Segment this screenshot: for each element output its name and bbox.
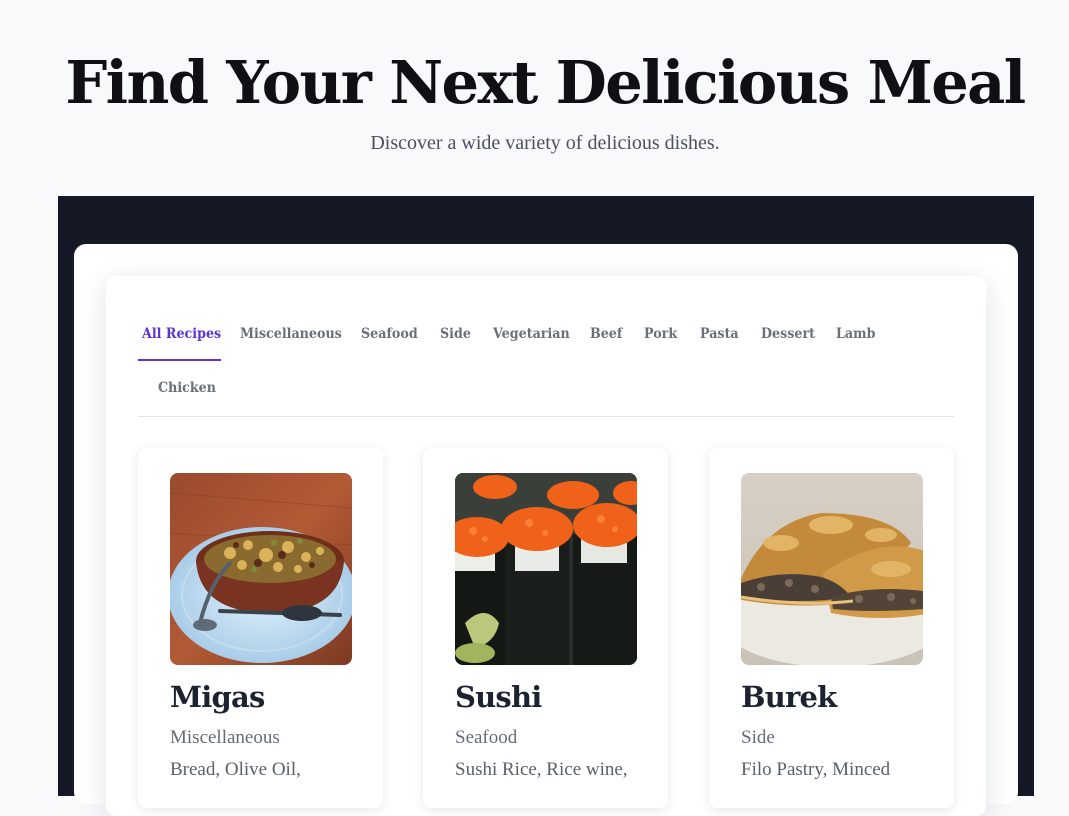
- recipe-ingredients: Sushi Rice, Rice wine,: [455, 759, 628, 780]
- sushi-photo[interactable]: [455, 473, 637, 665]
- burek-photo[interactable]: [741, 473, 923, 665]
- active-tab-indicator: [138, 359, 221, 361]
- recipe-card-burek[interactable]: Burek Side Filo Pastry, Minced: [709, 448, 954, 808]
- page-title: Find Your Next Delicious Meal: [65, 48, 1026, 117]
- tab-dessert[interactable]: Dessert: [761, 325, 815, 343]
- tab-miscellaneous[interactable]: Miscellaneous: [240, 325, 342, 343]
- tab-side[interactable]: Side: [440, 325, 471, 343]
- tab-lamb[interactable]: Lamb: [836, 325, 875, 343]
- recipe-category: Seafood: [455, 727, 518, 748]
- recipe-title[interactable]: Migas: [170, 679, 265, 715]
- recipe-category: Miscellaneous: [170, 727, 280, 748]
- tab-vegetarian[interactable]: Vegetarian: [493, 325, 570, 343]
- page-subtitle: Discover a wide variety of delicious dis…: [370, 132, 720, 154]
- recipe-title[interactable]: Sushi: [455, 679, 542, 715]
- recipe-card-migas[interactable]: Migas Miscellaneous Bread, Olive Oil,: [138, 448, 383, 808]
- recipe-ingredients: Bread, Olive Oil,: [170, 759, 301, 780]
- recipe-ingredients: Filo Pastry, Minced: [741, 759, 891, 780]
- tab-beef[interactable]: Beef: [590, 325, 622, 343]
- recipe-card-sushi[interactable]: Sushi Seafood Sushi Rice, Rice wine,: [423, 448, 668, 808]
- tab-pasta[interactable]: Pasta: [700, 325, 739, 343]
- recipe-category: Side: [741, 727, 775, 748]
- tab-seafood[interactable]: Seafood: [361, 325, 418, 343]
- migas-photo[interactable]: [170, 473, 352, 665]
- tab-all-recipes[interactable]: All Recipes: [142, 325, 221, 343]
- tab-chicken[interactable]: Chicken: [158, 379, 216, 397]
- recipe-title[interactable]: Burek: [741, 679, 837, 715]
- tabs-divider: [138, 416, 954, 417]
- tab-pork[interactable]: Pork: [644, 325, 677, 343]
